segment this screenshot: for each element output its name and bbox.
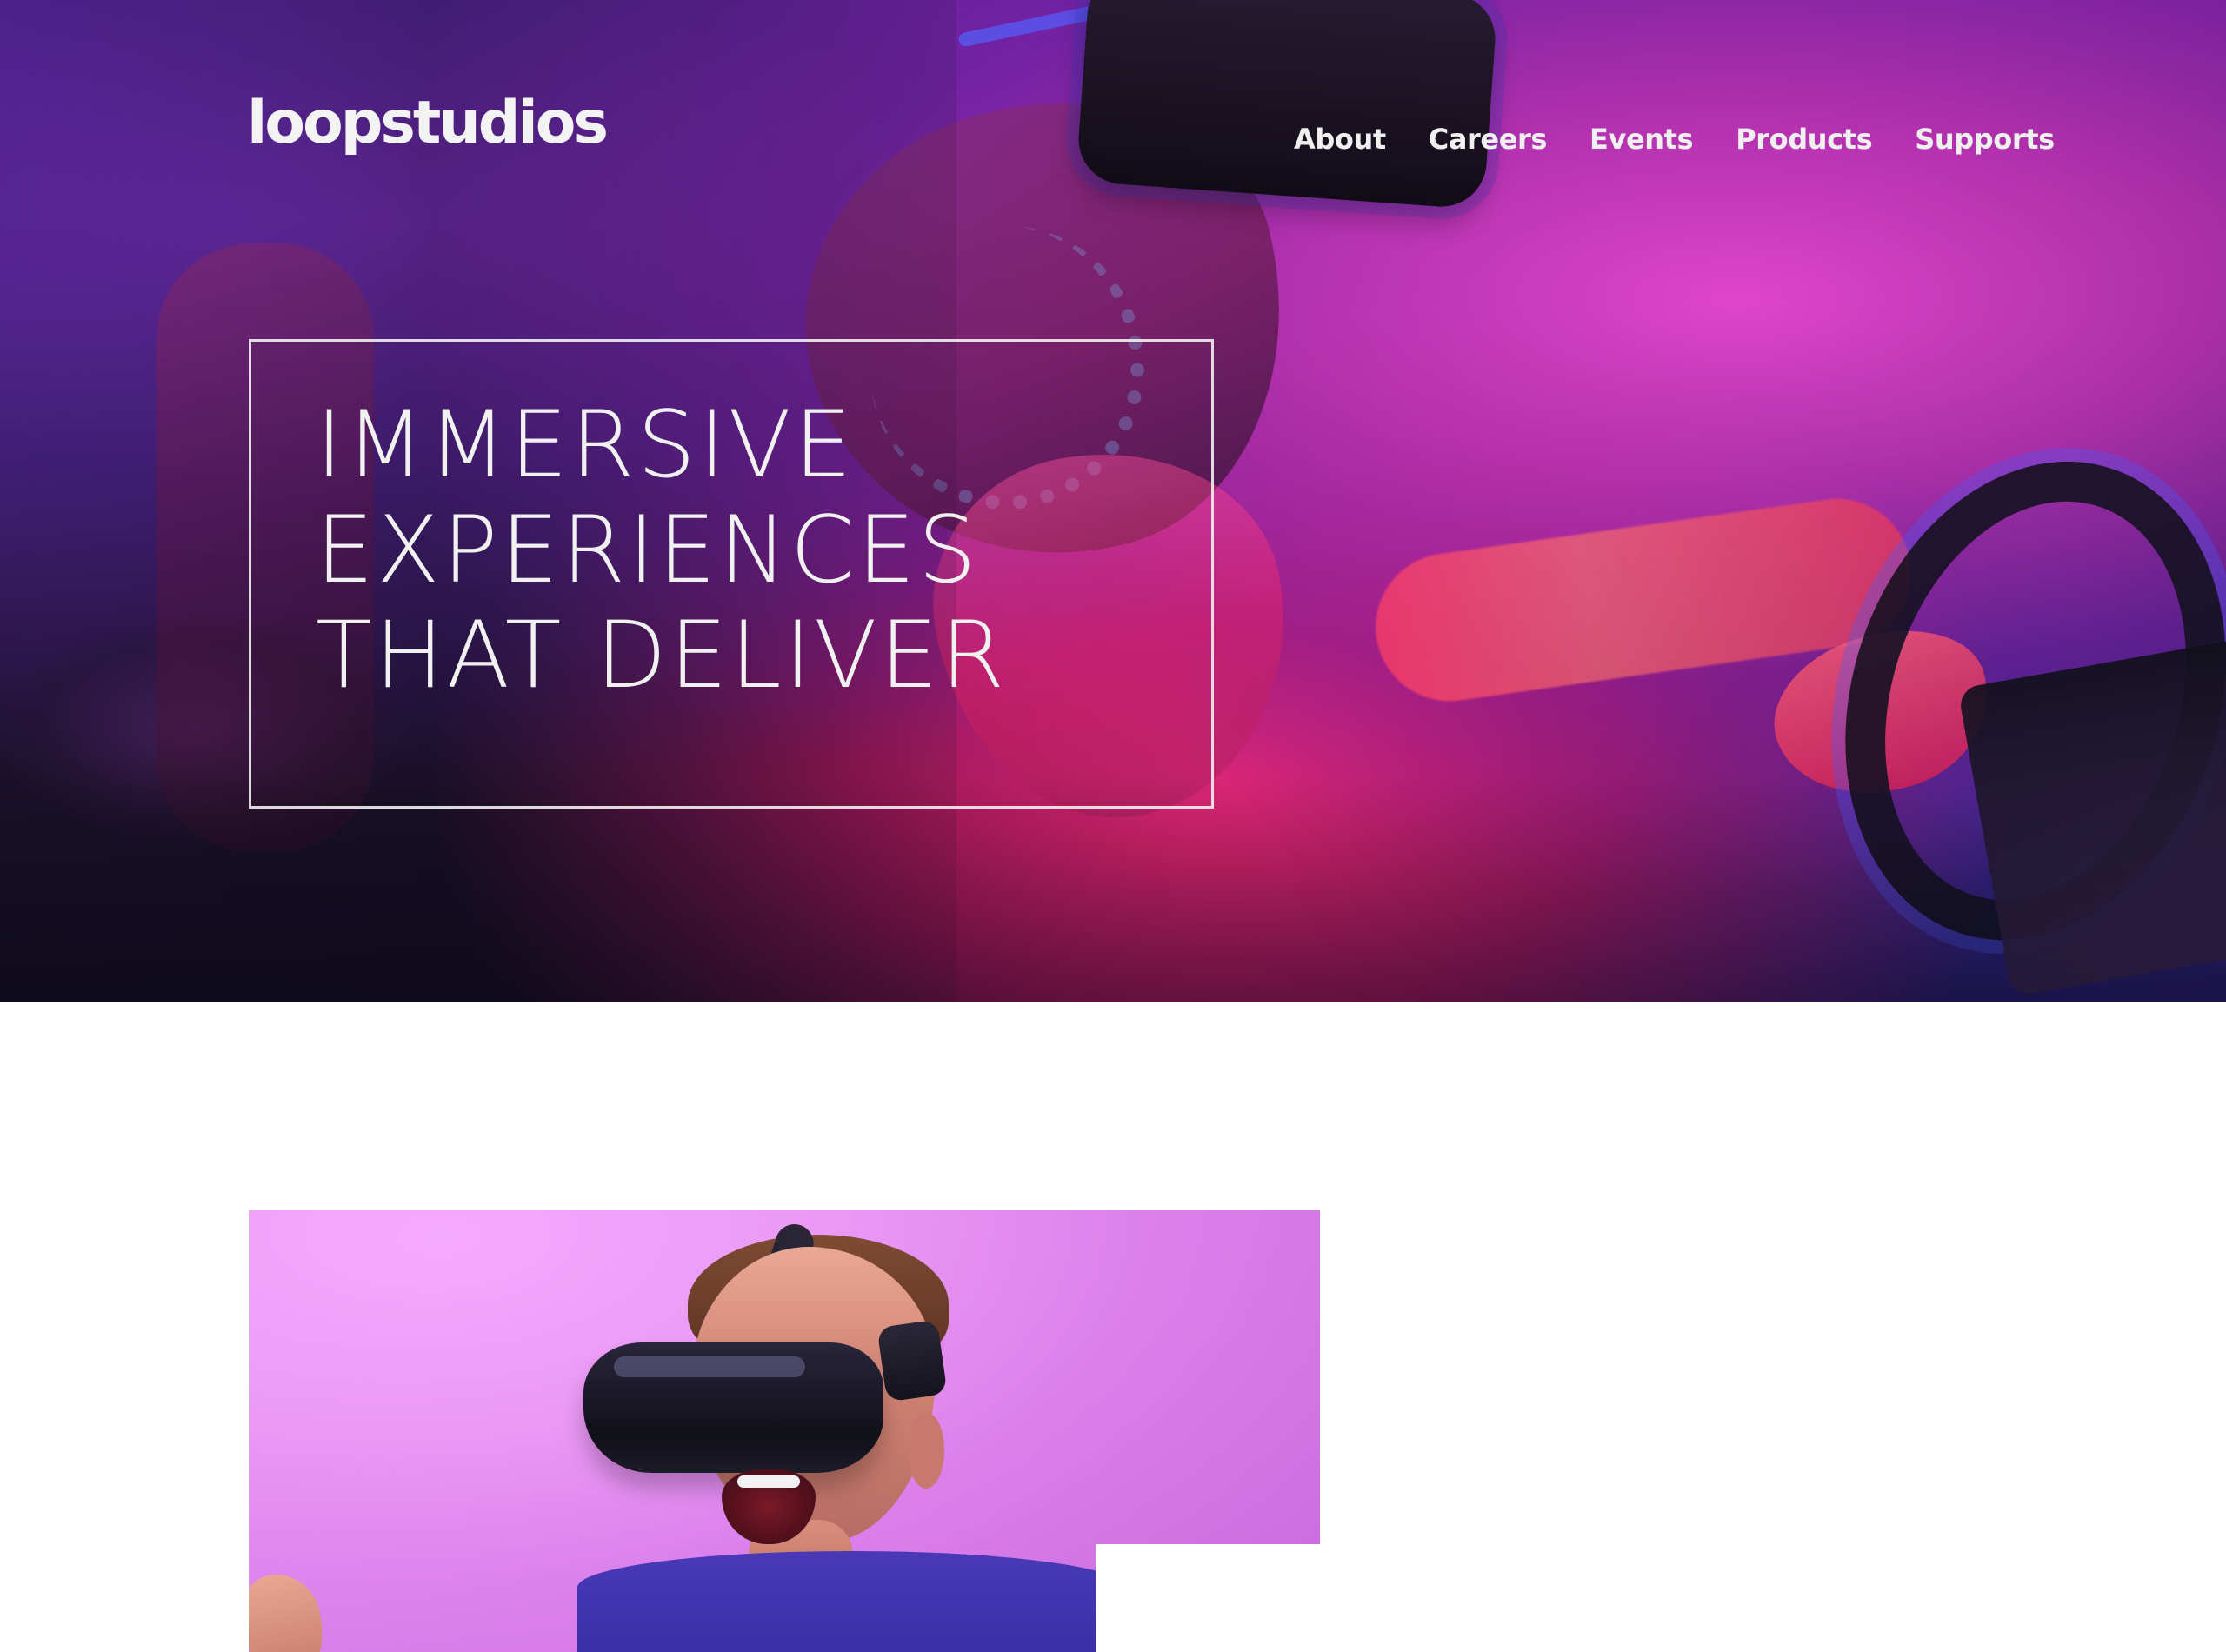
vr-headset-highlight xyxy=(614,1356,805,1377)
nav-link-careers[interactable]: Careers xyxy=(1429,125,1548,153)
feature-person-shirt xyxy=(577,1551,1127,1652)
feature-person-hand xyxy=(249,1566,332,1652)
nav-link-products[interactable]: Products xyxy=(1736,125,1872,153)
hero-section: loopstudios About Careers Events Product… xyxy=(0,0,2226,1002)
vr-strap-icon xyxy=(876,1319,948,1402)
hero-headline-box: IMMERSIVE EXPERIENCES THAT DELIVER xyxy=(249,339,1214,809)
hero-headline-line: THAT DELIVER xyxy=(316,602,1008,709)
feature-person-teeth xyxy=(737,1475,800,1488)
hero-lowlight xyxy=(0,776,2226,1002)
feature-person-ear-right xyxy=(908,1412,944,1489)
nav-link-supports[interactable]: Supports xyxy=(1915,125,2055,153)
hero-headline-line: EXPERIENCES xyxy=(316,496,979,603)
hero-headline-line: IMMERSIVE xyxy=(316,391,855,498)
nav-link-events[interactable]: Events xyxy=(1590,125,1694,153)
vr-headset-icon xyxy=(1076,0,1498,210)
site-logo[interactable]: loopstudios xyxy=(247,94,609,153)
nav-link-about[interactable]: About xyxy=(1294,125,1386,153)
hero-headline: IMMERSIVE EXPERIENCES THAT DELIVER xyxy=(316,392,1007,708)
feature-image-cutout xyxy=(1096,1544,1320,1652)
main-navigation: About Careers Events Products Supports xyxy=(1294,125,2055,153)
feature-image xyxy=(249,1210,1320,1652)
